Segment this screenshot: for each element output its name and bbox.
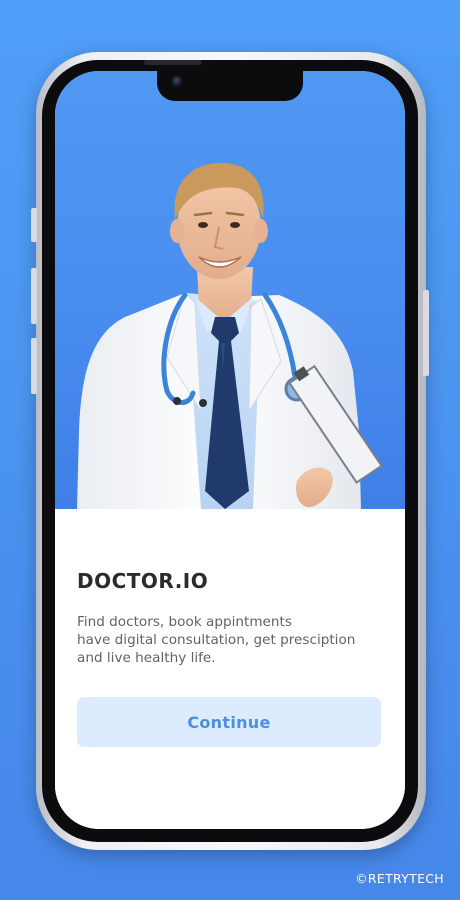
onboarding-panel: DOCTOR.IO Find doctors, book appintments… [55,509,405,829]
front-camera [172,76,183,87]
phone-power-button [423,290,429,376]
app-description: Find doctors, book appintments have digi… [77,614,356,666]
doctor-photo [77,163,383,509]
app-title: DOCTOR.IO [77,569,209,593]
copyright-text: ©RETRYTECH [355,871,444,886]
continue-button[interactable]: Continue [77,697,381,747]
phone-volume-down-button [31,338,37,394]
phone-volume-up-button [31,268,37,324]
phone-silent-switch [31,208,37,242]
hero-section [55,71,405,509]
speaker-grille [144,60,202,65]
phone-screen: DOCTOR.IO Find doctors, book appintments… [55,71,405,829]
